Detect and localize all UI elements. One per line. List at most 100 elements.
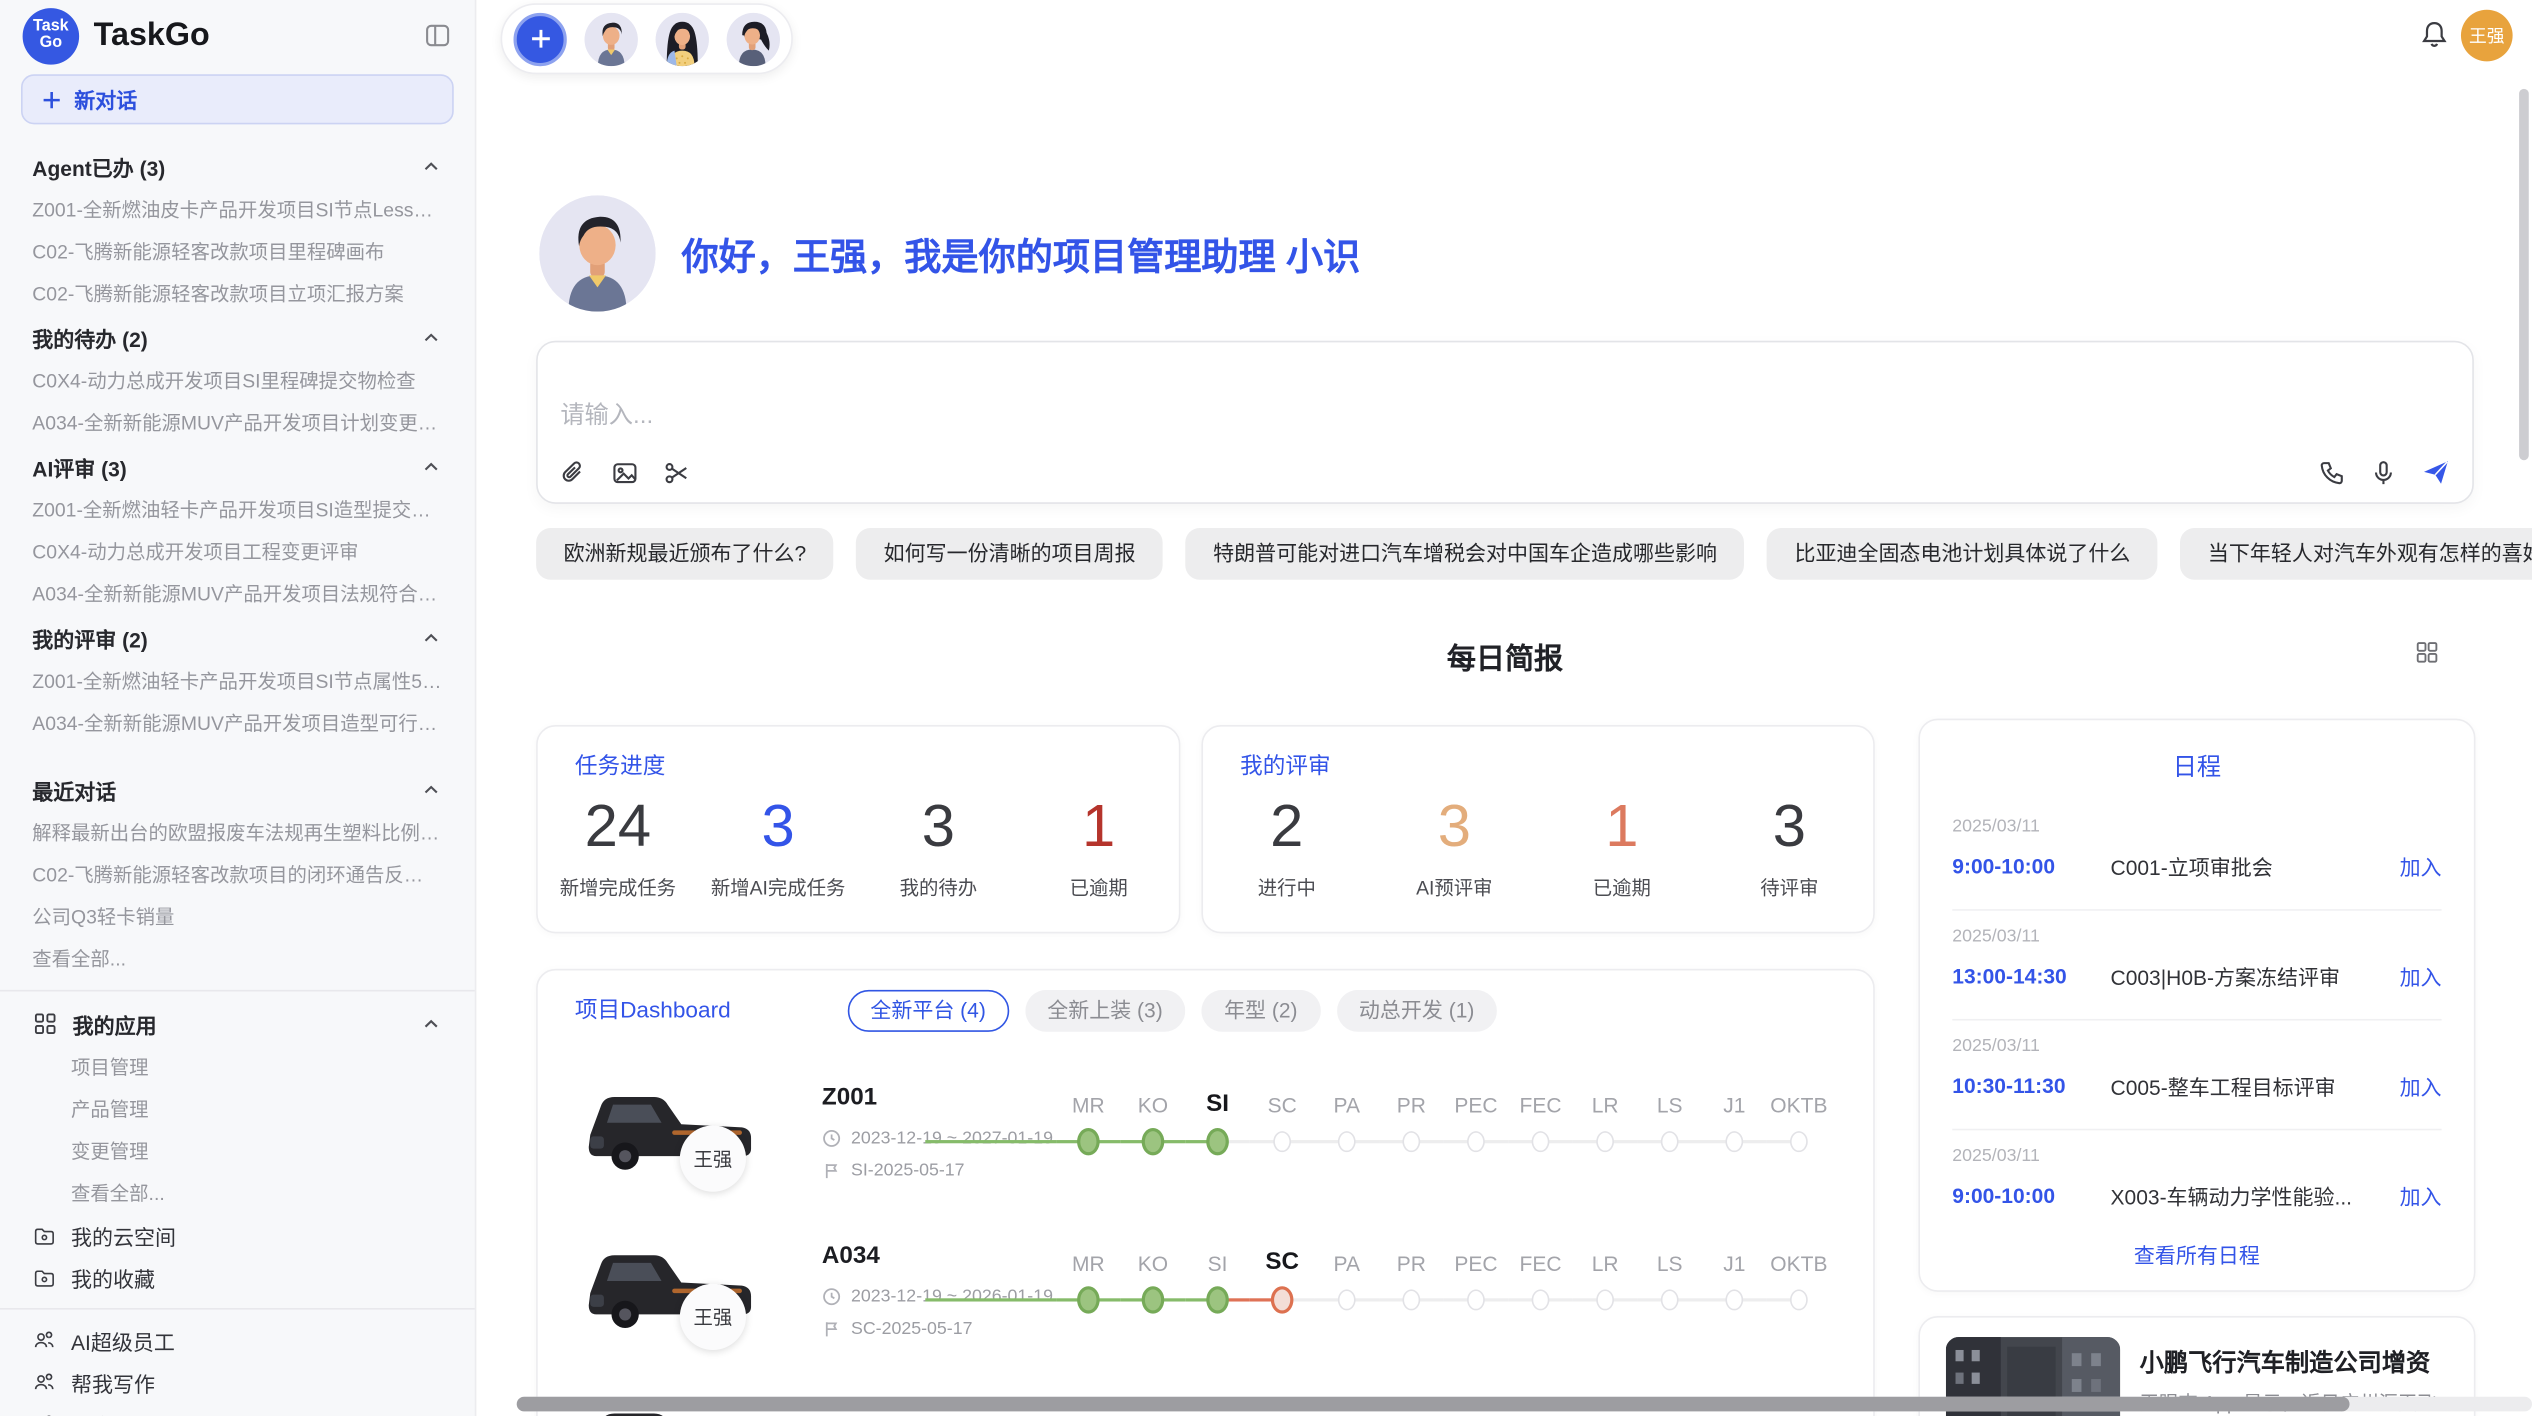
- user-avatar[interactable]: 王强: [2461, 10, 2513, 62]
- schedule-join-link[interactable]: 加入: [2400, 851, 2442, 882]
- new-chat-button[interactable]: 新对话: [21, 74, 454, 124]
- sidebar-tool[interactable]: 创意制图: [0, 1403, 475, 1416]
- flag-icon: [822, 1161, 841, 1180]
- section-header[interactable]: AI评审 (3): [0, 444, 475, 489]
- milestone-dot: [1596, 1289, 1614, 1310]
- apps-header[interactable]: 我的应用: [0, 1001, 475, 1046]
- agent-avatar[interactable]: [585, 12, 638, 65]
- stat-value: 1: [1538, 791, 1706, 862]
- section-header[interactable]: 我的待办 (2): [0, 315, 475, 360]
- milestone: LR: [1573, 1226, 1638, 1384]
- sidebar-task-item[interactable]: A034-全新新能源MUV产品开发项目造型可行性评审: [0, 702, 475, 744]
- sidebar-task-item[interactable]: C0X4-动力总成开发项目SI里程碑提交物检查: [0, 360, 475, 402]
- milestone-label: KO: [1121, 1093, 1186, 1117]
- horizontal-scrollbar-thumb[interactable]: [517, 1397, 2350, 1412]
- image-upload-icon[interactable]: [610, 459, 639, 488]
- sidebar-link[interactable]: 我的云空间: [0, 1214, 475, 1256]
- send-icon[interactable]: [2421, 457, 2452, 488]
- apps-grid-icon: [32, 1011, 58, 1037]
- sidebar-task-item[interactable]: C02-飞腾新能源轻客改款项目里程碑画布: [0, 231, 475, 273]
- apps-section: 我的应用 项目管理产品管理变更管理 查看全部...: [0, 1001, 475, 1214]
- sidebar-task-item[interactable]: Z001-全新燃油轻卡产品开发项目SI节点属性5D文件评审: [0, 660, 475, 702]
- sidebar-link[interactable]: 我的收藏: [0, 1256, 475, 1298]
- attachment-icon[interactable]: [559, 459, 588, 488]
- milestone-dot: [1142, 1286, 1165, 1313]
- agent-avatars: [585, 12, 780, 65]
- recent-conversation-item[interactable]: C02-飞腾新能源轻客改款项目的闭环通告反馈情况: [0, 854, 475, 896]
- clock-icon: [822, 1129, 841, 1148]
- composer-right-icons: [2317, 457, 2451, 488]
- milestone-dot: [1077, 1128, 1100, 1155]
- notifications-bell-icon[interactable]: [2419, 19, 2450, 50]
- add-agent-button[interactable]: [514, 12, 567, 65]
- section-items: Z001-全新燃油轻卡产品开发项目SI造型提交物评审C0X4-动力总成开发项目工…: [0, 489, 475, 615]
- stat-label: 新增AI完成任务: [698, 874, 858, 901]
- schedule-join-link[interactable]: 加入: [2400, 1071, 2442, 1102]
- milestone-label: PEC: [1444, 1093, 1509, 1117]
- schedule-view-all[interactable]: 查看所有日程: [1920, 1239, 2474, 1270]
- chevron-up-icon: [420, 455, 443, 478]
- section-header[interactable]: 我的评审 (2): [0, 615, 475, 660]
- chevron-up-icon: [420, 778, 443, 801]
- schedule-join-link[interactable]: 加入: [2400, 1180, 2442, 1211]
- timeline-lead-line: [925, 1298, 1056, 1301]
- recent-conversation-item[interactable]: 解释最新出台的欧盟报废车法规再生塑料比例被调至15%...: [0, 812, 475, 854]
- project-code: A034: [822, 1242, 880, 1269]
- milestone: J1: [1702, 1067, 1767, 1225]
- suggestion-chip[interactable]: 如何写一份清晰的项目周报: [856, 528, 1163, 580]
- apps-title: 我的应用: [73, 1008, 406, 1039]
- app-item[interactable]: 项目管理: [0, 1046, 475, 1088]
- project-row[interactable]: 王强 Z001 2023-12-19 ~ 2027-01-19 SI-2025-…: [538, 1067, 1873, 1225]
- scissors-icon[interactable]: [662, 459, 691, 488]
- stat-label: 进行中: [1203, 874, 1371, 901]
- recent-conversation-item[interactable]: 公司Q3轻卡销量: [0, 896, 475, 938]
- briefing-layout-icon[interactable]: [2414, 639, 2440, 665]
- app-item[interactable]: 变更管理: [0, 1130, 475, 1172]
- milestone: MR: [1056, 1226, 1121, 1384]
- milestone: OKTB: [1767, 1067, 1832, 1225]
- suggestion-chip[interactable]: 比亚迪全固态电池计划具体说了什么: [1767, 528, 2158, 580]
- suggestion-chip[interactable]: 当下年轻人对汽车外观有怎样的喜好趋势: [2180, 528, 2532, 580]
- sidebar-task-item[interactable]: Z001-全新燃油皮卡产品开发项目SI节点Lesson Learn报告: [0, 189, 475, 231]
- sidebar-task-item[interactable]: A034-全新新能源MUV产品开发项目计划变更表编写: [0, 402, 475, 444]
- recent-header[interactable]: 最近对话: [0, 767, 475, 812]
- stat-value: 3: [698, 791, 858, 862]
- microphone-icon[interactable]: [2369, 458, 2398, 487]
- panel-toggle-icon[interactable]: [423, 21, 452, 50]
- sidebar-tool[interactable]: AI超级员工: [0, 1319, 475, 1361]
- milestone: SC: [1250, 1226, 1315, 1384]
- agent-avatar[interactable]: [727, 12, 780, 65]
- suggestion-chip[interactable]: 特朗普可能对进口汽车增税会对中国车企造成哪些影响: [1186, 528, 1745, 580]
- voice-call-icon[interactable]: [2317, 458, 2346, 487]
- agent-avatar[interactable]: [656, 12, 709, 65]
- project-row[interactable]: 王强 A034 2023-12-19 ~ 2026-01-19 SC-2025-…: [538, 1226, 1873, 1384]
- milestone: PEC: [1444, 1226, 1509, 1384]
- clock-icon: [822, 1287, 841, 1306]
- project-owner-badge: 王强: [680, 1126, 746, 1192]
- sidebar-task-item[interactable]: C0X4-动力总成开发项目工程变更评审: [0, 531, 475, 573]
- suggestion-chips: 欧洲新规最近颁布了什么? 如何写一份清晰的项目周报特朗普可能对进口汽车增税会对中国…: [536, 528, 2480, 580]
- sidebar-task-item[interactable]: Z001-全新燃油轻卡产品开发项目SI造型提交物评审: [0, 489, 475, 531]
- schedule-item: 2025/03/11 9:00-10:00 C001-立项审批会 加入: [1952, 801, 2441, 911]
- app-title: TaskGo: [94, 17, 423, 54]
- sidebar-task-item[interactable]: C02-飞腾新能源轻客改款项目立项汇报方案: [0, 273, 475, 315]
- sidebar-tool-label: AI超级员工: [71, 1325, 175, 1356]
- task-card-title: 任务进度: [575, 749, 665, 781]
- schedule-join-link[interactable]: 加入: [2400, 961, 2442, 992]
- app-item[interactable]: 产品管理: [0, 1088, 475, 1130]
- milestone-label: FEC: [1508, 1093, 1573, 1117]
- stat-item: 24 新增完成任务: [538, 791, 698, 901]
- greeting-text: 你好，王强，我是你的项目管理助理 小识: [681, 226, 1360, 281]
- vertical-scrollbar-thumb[interactable]: [2519, 89, 2529, 460]
- task-progress-card: 任务进度 24 新增完成任务 3 新增AI完成任务 3 我的待办: [536, 725, 1180, 933]
- stat-item: 3 AI预评审: [1371, 791, 1539, 901]
- milestone-label: MR: [1056, 1093, 1121, 1117]
- recent-view-all[interactable]: 查看全部...: [0, 938, 475, 980]
- suggestion-chip[interactable]: 欧洲新规最近颁布了什么?: [536, 528, 834, 580]
- message-input[interactable]: [557, 400, 2017, 431]
- milestone-timeline: MR KO: [925, 1067, 1831, 1225]
- section-header[interactable]: Agent已办 (3): [0, 144, 475, 189]
- sidebar-tool[interactable]: 帮我写作: [0, 1361, 475, 1403]
- apps-view-all[interactable]: 查看全部...: [0, 1172, 475, 1214]
- sidebar-task-item[interactable]: A034-全新新能源MUV产品开发项目法规符合性评审: [0, 573, 475, 615]
